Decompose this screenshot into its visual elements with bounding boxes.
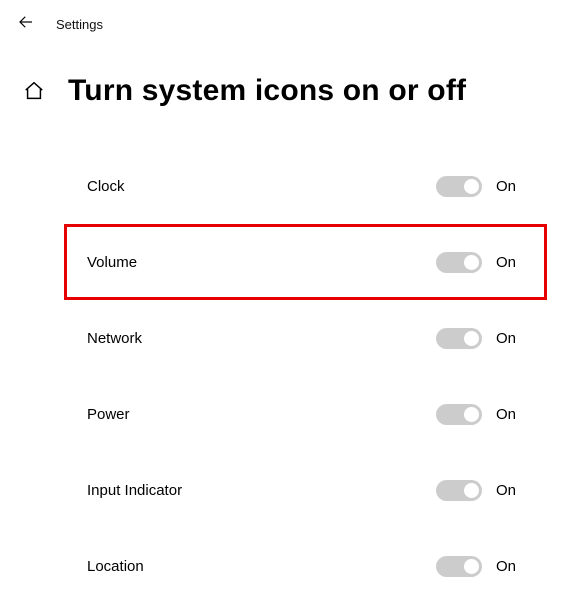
toggle-input-indicator[interactable] [436,480,482,501]
setting-control: On [436,252,524,273]
toggle-knob-icon [464,407,479,422]
toggle-volume[interactable] [436,252,482,273]
setting-row-location: Location On [64,528,547,604]
setting-label: Input Indicator [87,482,182,499]
setting-label: Volume [87,254,137,271]
toggle-location[interactable] [436,556,482,577]
setting-row-input-indicator: Input Indicator On [64,452,547,528]
toggle-state-label: On [496,178,524,195]
settings-list: Clock On Volume On Network On Power [0,118,567,604]
toggle-state-label: On [496,482,524,499]
toggle-knob-icon [464,255,479,270]
toggle-clock[interactable] [436,176,482,197]
toggle-knob-icon [464,559,479,574]
setting-row-power: Power On [64,376,547,452]
page-title: Turn system icons on or off [68,74,466,108]
toggle-power[interactable] [436,404,482,425]
setting-label: Network [87,330,142,347]
back-button[interactable] [6,10,46,38]
topbar-title: Settings [56,17,103,32]
toggle-network[interactable] [436,328,482,349]
setting-control: On [436,328,524,349]
setting-control: On [436,176,524,197]
setting-label: Clock [87,178,125,195]
setting-row-network: Network On [64,300,547,376]
toggle-knob-icon [464,483,479,498]
toggle-knob-icon [464,331,479,346]
setting-label: Power [87,406,130,423]
setting-row-volume: Volume On [64,224,547,300]
toggle-state-label: On [496,330,524,347]
setting-control: On [436,556,524,577]
toggle-state-label: On [496,558,524,575]
setting-label: Location [87,558,144,575]
setting-control: On [436,480,524,501]
page-header: Turn system icons on or off [0,42,567,118]
home-icon[interactable] [20,77,48,105]
topbar: Settings [0,0,567,42]
setting-row-clock: Clock On [64,148,547,224]
toggle-state-label: On [496,406,524,423]
toggle-state-label: On [496,254,524,271]
toggle-knob-icon [464,179,479,194]
back-arrow-icon [17,13,35,36]
setting-control: On [436,404,524,425]
